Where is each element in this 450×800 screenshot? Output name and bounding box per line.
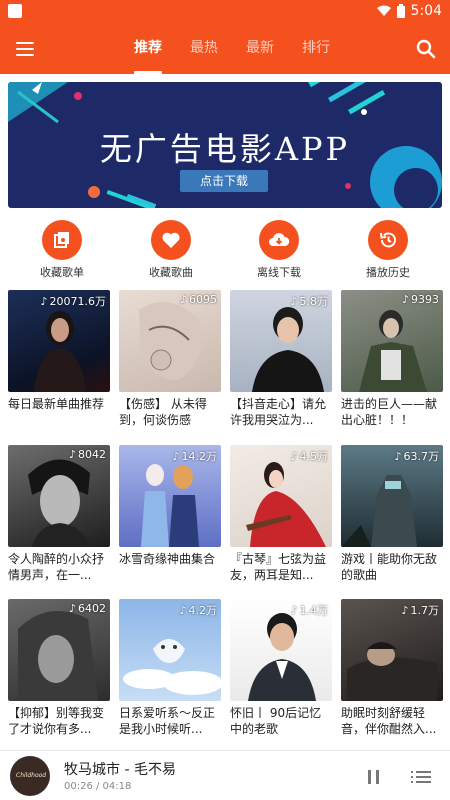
- playlist-card[interactable]: ♪ 1.4万 怀旧丨 90后记忆中的老歌: [230, 599, 332, 737]
- playlist-title: 令人陶醉的小众抒情男声，在一...: [8, 552, 105, 582]
- play-count: 63.7万: [403, 450, 440, 463]
- favorite-playlists-button[interactable]: 收藏歌单: [17, 220, 107, 280]
- pause-icon: [368, 770, 379, 784]
- playlist-title: 每日最新单曲推荐: [8, 397, 105, 411]
- app-notification-icon: [8, 4, 22, 18]
- battery-icon: [396, 4, 405, 18]
- playlist-title: 日系爱听系～反正是我小时候听...: [119, 706, 216, 736]
- music-note-icon: ♪: [394, 449, 402, 463]
- tab-recommend[interactable]: 推荐: [120, 24, 176, 74]
- playlist-title: 进击的巨人——献出心脏！！！: [341, 397, 438, 427]
- favorite-songs-button[interactable]: 收藏歌曲: [126, 220, 216, 280]
- playlist-card[interactable]: ♪ 5.8万 【抖音走心】请允许我用哭泣为...: [230, 290, 332, 428]
- play-count: 1.7万: [410, 604, 440, 617]
- playlist-cover: ♪ 20071.6万: [8, 290, 110, 392]
- playlist-title: 『古琴』七弦为益友，两耳是知...: [230, 552, 327, 582]
- playlist-cover: ♪ 6402: [8, 599, 110, 701]
- music-note-icon: ♪: [401, 293, 409, 306]
- music-note-icon: ♪: [401, 603, 409, 617]
- playlist-cover: ♪ 5.8万: [230, 290, 332, 392]
- tab-newest[interactable]: 最新: [232, 24, 288, 74]
- playlist-card[interactable]: ♪ 4.2万 日系爱听系～反正是我小时候听...: [119, 599, 221, 737]
- play-count: 6402: [78, 602, 106, 615]
- history-icon: [380, 232, 396, 248]
- music-note-icon: ♪: [290, 603, 298, 617]
- music-note-icon: ♪: [40, 294, 48, 308]
- favorite-playlists-label: 收藏歌单: [40, 266, 84, 279]
- playlist-card[interactable]: ♪ 63.7万 游戏丨能助你无敌的歌曲: [341, 445, 443, 583]
- playlist-title: 冰雪奇缘神曲集合: [119, 552, 216, 566]
- offline-download-label: 离线下载: [257, 266, 301, 279]
- play-history-label: 播放历史: [366, 266, 410, 279]
- playlist-card[interactable]: ♪ 6095 【伤感】 从未得到，何谈伤感: [119, 290, 221, 428]
- play-count: 14.2万: [181, 450, 218, 463]
- music-note-icon: ♪: [172, 449, 180, 463]
- playlist-title: 游戏丨能助你无敌的歌曲: [341, 552, 438, 582]
- tab-hottest[interactable]: 最热: [176, 24, 232, 74]
- music-note-icon: ♪: [290, 294, 298, 308]
- album-cover[interactable]: Childhood: [10, 756, 50, 796]
- playlist-cover: ♪ 8042: [8, 445, 110, 547]
- playlist-cover: ♪ 1.4万: [230, 599, 332, 701]
- playlist-queue-button[interactable]: [410, 767, 432, 787]
- music-note-icon: ♪: [68, 448, 76, 461]
- music-note-icon: ♪: [68, 602, 76, 615]
- tab-bar: 推荐 最热 最新 排行: [120, 24, 344, 74]
- mini-player[interactable]: Childhood 牧马城市 - 毛不易 00:26 / 04:18: [0, 750, 450, 800]
- download-cloud-icon: [269, 233, 290, 246]
- offline-download-button[interactable]: 离线下载: [234, 220, 324, 280]
- playlist-cover: ♪ 6095: [119, 290, 221, 392]
- playlist-title: 助眠时刻舒缓轻音，伴你酣然入...: [341, 706, 437, 736]
- playlist-icon: [54, 232, 69, 248]
- playlist-cover: ♪ 1.7万: [341, 599, 443, 701]
- playlist-cover: ♪ 14.2万: [119, 445, 221, 547]
- playlist-cover: ♪ 4.5万: [230, 445, 332, 547]
- play-count: 6095: [189, 293, 217, 306]
- music-note-icon: ♪: [179, 603, 187, 617]
- heart-icon: [162, 232, 180, 248]
- play-history-button[interactable]: 播放历史: [343, 220, 433, 280]
- playlist-card[interactable]: ♪ 4.5万 『古琴』七弦为益友，两耳是知...: [230, 445, 332, 583]
- music-note-icon: ♪: [290, 449, 298, 463]
- now-playing-time: 00:26 / 04:18: [64, 781, 132, 792]
- app-bar: 推荐 最热 最新 排行: [0, 24, 450, 74]
- banner-download-button[interactable]: 点击下载: [180, 170, 268, 192]
- playlist-card[interactable]: ♪ 20071.6万 每日最新单曲推荐: [8, 290, 110, 428]
- playlist-title: 怀旧丨 90后记忆中的老歌: [230, 706, 322, 736]
- playlist-card[interactable]: ♪ 14.2万 冰雪奇缘神曲集合: [119, 445, 221, 583]
- now-playing-title: 牧马城市 - 毛不易: [64, 762, 176, 778]
- play-count: 20071.6万: [49, 295, 107, 308]
- play-count: 4.5万: [299, 450, 329, 463]
- playlist-title: 【伤感】 从未得到，何谈伤感: [119, 397, 207, 427]
- playlist-cover: ♪ 9393: [341, 290, 443, 392]
- status-bar: 5:04: [0, 0, 450, 24]
- queue-list-icon: [411, 771, 431, 783]
- playlist-card[interactable]: ♪ 6402 【抑郁】别等我变了才说你有多...: [8, 599, 110, 737]
- playlist-title: 【抑郁】别等我变了才说你有多...: [8, 706, 105, 736]
- pause-button[interactable]: [364, 767, 384, 787]
- wifi-icon: [376, 5, 391, 16]
- status-time: 5:04: [410, 3, 442, 19]
- play-count: 9393: [411, 293, 439, 306]
- menu-button[interactable]: [14, 37, 38, 61]
- music-note-icon: ♪: [179, 293, 187, 306]
- quick-actions: 收藏歌单 收藏歌曲 离线下载 播放历史: [0, 220, 450, 284]
- tab-ranking[interactable]: 排行: [288, 24, 344, 74]
- banner-title: 无广告电影APP: [99, 130, 351, 168]
- play-count: 5.8万: [299, 295, 329, 308]
- playlist-card[interactable]: ♪ 9393 进击的巨人——献出心脏！！！: [341, 290, 443, 428]
- promo-banner[interactable]: 无广告电影APP 点击下载: [8, 82, 442, 208]
- playlist-card[interactable]: ♪ 8042 令人陶醉的小众抒情男声，在一...: [8, 445, 110, 583]
- playlist-cover: ♪ 63.7万: [341, 445, 443, 547]
- search-icon: [416, 39, 436, 59]
- playlist-card[interactable]: ♪ 1.7万 助眠时刻舒缓轻音，伴你酣然入...: [341, 599, 443, 737]
- play-count: 1.4万: [299, 604, 329, 617]
- play-count: 8042: [78, 448, 106, 461]
- playlist-title: 【抖音走心】请允许我用哭泣为...: [230, 397, 327, 427]
- playlist-cover: ♪ 4.2万: [119, 599, 221, 701]
- album-cover-text: Childhood: [16, 772, 47, 779]
- play-count: 4.2万: [188, 604, 218, 617]
- favorite-songs-label: 收藏歌曲: [149, 266, 193, 279]
- search-button[interactable]: [414, 37, 438, 61]
